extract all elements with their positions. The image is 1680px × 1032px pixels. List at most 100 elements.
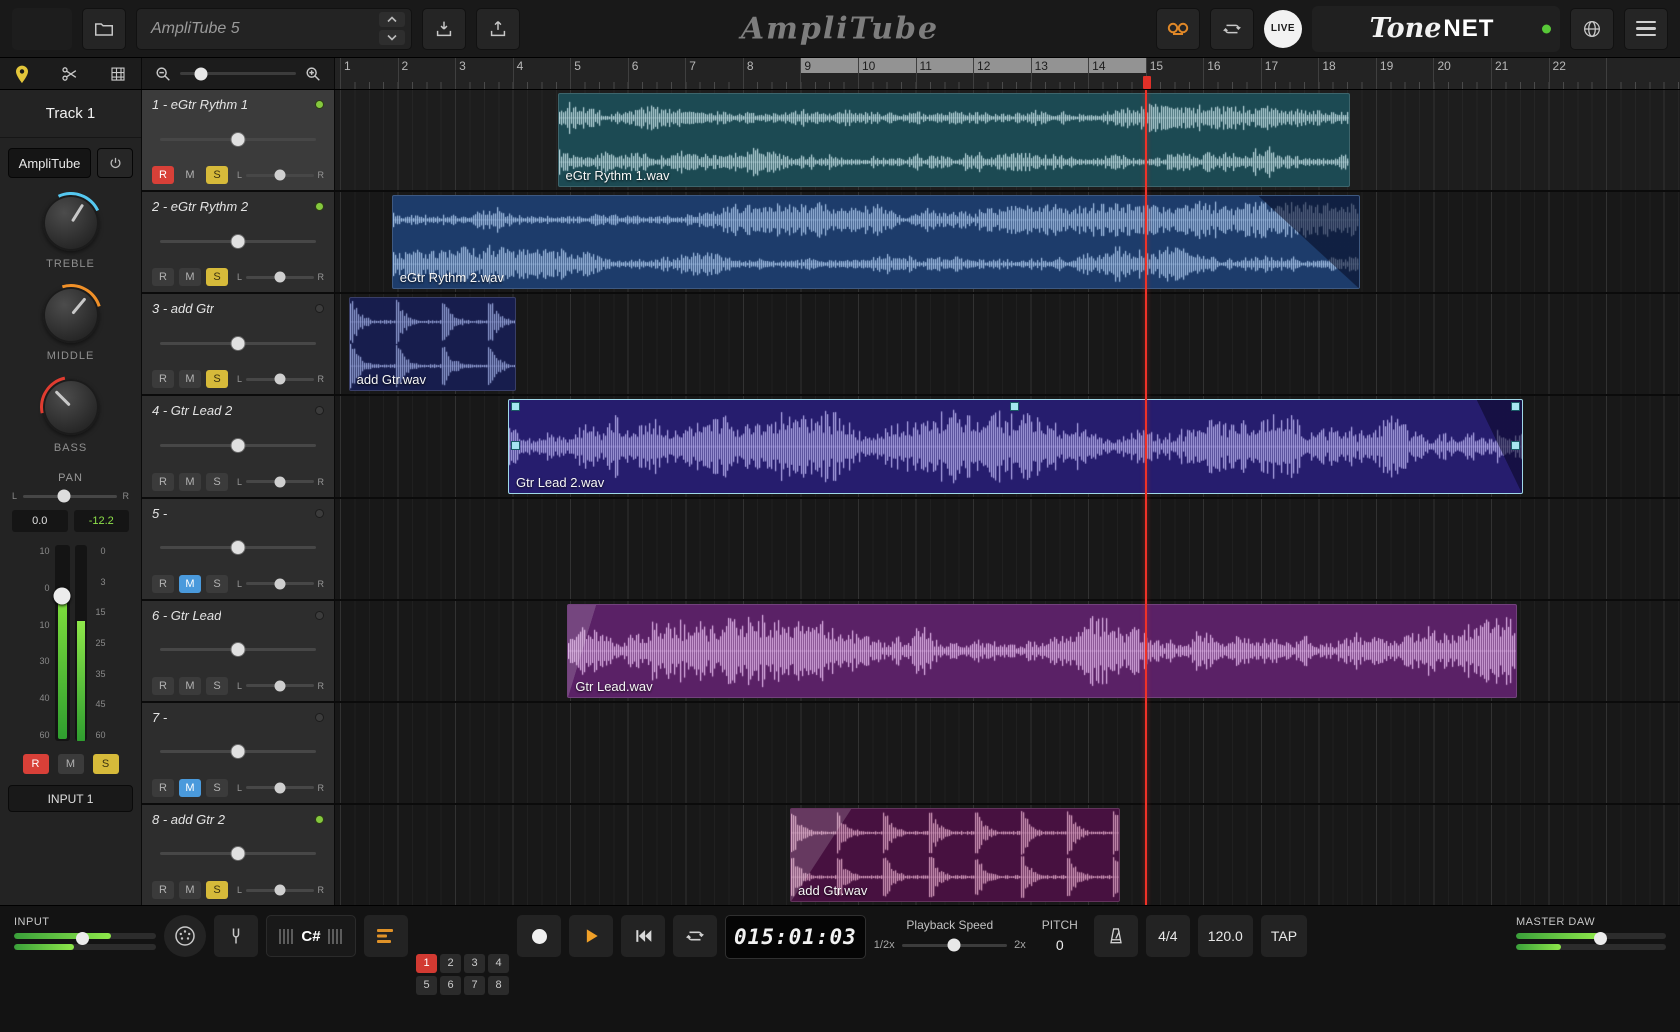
- track-header-8[interactable]: 8 - add Gtr 2RMSLR: [142, 805, 335, 905]
- track-select-7[interactable]: 7: [464, 976, 485, 995]
- amplitube-plugin-button[interactable]: AmpliTube: [8, 148, 91, 178]
- track-solo-button[interactable]: S: [206, 779, 228, 797]
- audio-clip[interactable]: Gtr Lead 2.wav: [508, 399, 1523, 493]
- track-record-button[interactable]: R: [152, 473, 174, 491]
- audio-clip[interactable]: eGtr Rythm 2.wav: [392, 195, 1360, 289]
- track-mute-button[interactable]: M: [179, 779, 201, 797]
- track-header-1[interactable]: 1 - eGtr Rythm 1RMSLR: [142, 90, 335, 190]
- pitch-block[interactable]: PITCH 0: [1034, 915, 1086, 953]
- input-selector[interactable]: INPUT 1: [8, 785, 133, 812]
- loop-button[interactable]: [673, 915, 717, 957]
- track-select-3[interactable]: 3: [464, 954, 485, 973]
- track-solo-button[interactable]: S: [206, 575, 228, 593]
- track-lane-8[interactable]: add Gtr.wav: [335, 805, 1680, 905]
- scissors-icon[interactable]: [60, 64, 80, 84]
- track-solo-button[interactable]: S: [206, 881, 228, 899]
- zoom-slider[interactable]: [180, 72, 296, 75]
- track-header-6[interactable]: 6 - Gtr LeadRMSLR: [142, 601, 335, 701]
- audio-clip[interactable]: Gtr Lead.wav: [567, 604, 1517, 698]
- save-preset-button[interactable]: [422, 8, 466, 50]
- track-volume-slider[interactable]: [160, 132, 316, 147]
- export-share-button[interactable]: [476, 8, 520, 50]
- plugin-power-button[interactable]: [97, 148, 133, 178]
- time-signature-button[interactable]: 4/4: [1146, 915, 1190, 957]
- track-pan-control[interactable]: LR: [237, 170, 324, 180]
- track-pan-control[interactable]: LR: [237, 272, 324, 282]
- track-header-3[interactable]: 3 - add GtrRMSLR: [142, 294, 335, 394]
- track-header-4[interactable]: 4 - Gtr Lead 2RMSLR: [142, 396, 335, 496]
- track-record-button[interactable]: R: [152, 779, 174, 797]
- treble-knob[interactable]: [43, 195, 99, 251]
- track-volume-slider[interactable]: [160, 846, 316, 861]
- track-volume-slider[interactable]: [160, 234, 316, 249]
- channel-mute-button[interactable]: M: [58, 754, 84, 774]
- track-mute-button[interactable]: M: [179, 473, 201, 491]
- input-meter[interactable]: [14, 933, 156, 950]
- zoom-in-icon[interactable]: [304, 65, 322, 83]
- track-header-7[interactable]: 7 -RMSLR: [142, 703, 335, 803]
- track-record-button[interactable]: R: [152, 575, 174, 593]
- clip-resize-handle[interactable]: [511, 441, 520, 450]
- track-pan-control[interactable]: LR: [237, 681, 324, 691]
- track-volume-slider[interactable]: [160, 438, 316, 453]
- track-mute-button[interactable]: M: [179, 881, 201, 899]
- track-record-button[interactable]: R: [152, 881, 174, 899]
- rewind-button[interactable]: [621, 915, 665, 957]
- track-mute-button[interactable]: M: [179, 677, 201, 695]
- track-mute-button[interactable]: M: [179, 268, 201, 286]
- track-pan-control[interactable]: LR: [237, 477, 324, 487]
- track-solo-button[interactable]: S: [206, 370, 228, 388]
- bass-knob[interactable]: [43, 379, 99, 435]
- track-lane-7[interactable]: [335, 703, 1680, 803]
- timeline-ruler[interactable]: 12345678910111213141516171819202122: [335, 58, 1680, 89]
- master-level-thumb[interactable]: [1594, 932, 1607, 945]
- track-volume-slider[interactable]: [160, 642, 316, 657]
- grid-icon[interactable]: [109, 65, 127, 83]
- live-button[interactable]: LIVE: [1264, 10, 1302, 48]
- track-record-button[interactable]: R: [152, 268, 174, 286]
- track-record-button[interactable]: R: [152, 370, 174, 388]
- clip-resize-handle[interactable]: [1511, 441, 1520, 450]
- clip-resize-handle[interactable]: [1010, 402, 1019, 411]
- track-lane-4[interactable]: Gtr Lead 2.wav: [335, 396, 1680, 496]
- track-mute-button[interactable]: M: [179, 575, 201, 593]
- tap-tempo-button[interactable]: TAP: [1261, 915, 1307, 957]
- track-pan-control[interactable]: LR: [237, 374, 324, 384]
- play-button[interactable]: [569, 915, 613, 957]
- marker-pin-icon[interactable]: [14, 64, 30, 84]
- track-lane-6[interactable]: Gtr Lead.wav: [335, 601, 1680, 701]
- menu-button[interactable]: [1624, 8, 1668, 50]
- track-select-8[interactable]: 8: [488, 976, 509, 995]
- audio-clip[interactable]: add Gtr.wav: [790, 808, 1120, 902]
- track-pan-control[interactable]: LR: [237, 885, 324, 895]
- track-header-5[interactable]: 5 -RMSLR: [142, 499, 335, 599]
- track-lane-1[interactable]: eGtr Rythm 1.wav: [335, 90, 1680, 190]
- clip-resize-handle[interactable]: [511, 402, 520, 411]
- track-select-2[interactable]: 2: [440, 954, 461, 973]
- audio-clip[interactable]: eGtr Rythm 1.wav: [558, 93, 1350, 187]
- middle-knob[interactable]: [43, 287, 99, 343]
- track-lane-2[interactable]: eGtr Rythm 2.wav: [335, 192, 1680, 292]
- open-folder-button[interactable]: [82, 8, 126, 50]
- track-select-6[interactable]: 6: [440, 976, 461, 995]
- channel-record-button[interactable]: R: [23, 754, 49, 774]
- track-select-4[interactable]: 4: [488, 954, 509, 973]
- track-record-button[interactable]: R: [152, 166, 174, 184]
- track-select-1[interactable]: 1: [416, 954, 437, 973]
- master-meter[interactable]: [1516, 933, 1666, 950]
- audio-clip[interactable]: add Gtr.wav: [349, 297, 516, 391]
- track-pan-control[interactable]: LR: [237, 579, 324, 589]
- metronome-button[interactable]: [1094, 915, 1138, 957]
- channel-solo-button[interactable]: S: [93, 754, 119, 774]
- globe-button[interactable]: [1570, 8, 1614, 50]
- playhead[interactable]: [1145, 90, 1147, 905]
- track-select-5[interactable]: 5: [416, 976, 437, 995]
- looper-button[interactable]: [1210, 8, 1254, 50]
- track-solo-button[interactable]: S: [206, 268, 228, 286]
- track-volume-slider[interactable]: [160, 336, 316, 351]
- track-header-2[interactable]: 2 - eGtr Rythm 2RMSLR: [142, 192, 335, 292]
- track-mute-button[interactable]: M: [179, 166, 201, 184]
- playback-speed-slider[interactable]: [902, 944, 1008, 947]
- preset-prev-button[interactable]: [379, 12, 405, 27]
- tonenet-button[interactable]: Tone NET: [1312, 6, 1560, 52]
